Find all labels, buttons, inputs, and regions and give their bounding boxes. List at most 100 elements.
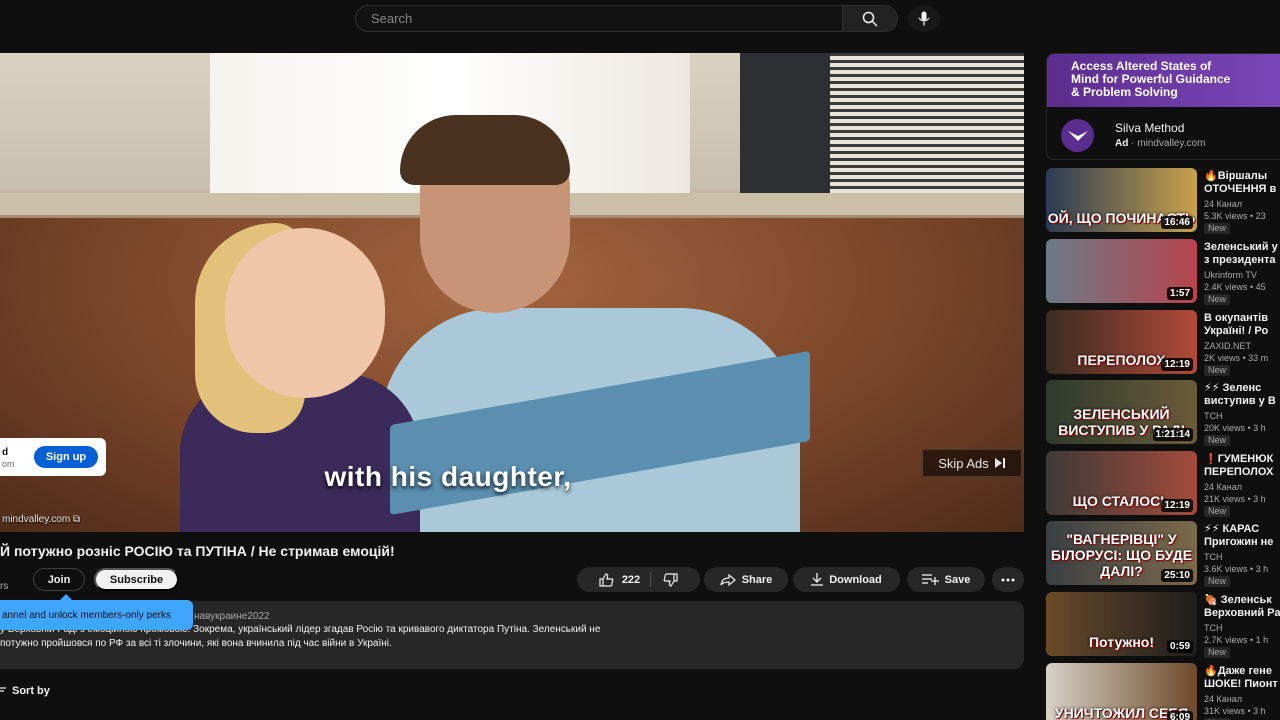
recommended-video[interactable]: "ВАГНЕРІВЦІ" У БІЛОРУСІ: ЩО БУДЕ ДАЛІ? 25… xyxy=(1046,521,1280,587)
video-duration: 1:57 xyxy=(1166,287,1193,300)
recommended-video[interactable]: ЗЕЛЕНСЬКИЙ ВИСТУПИВ У РАДІ 1:21:14 ⚡⚡ Зеле… xyxy=(1046,380,1280,446)
sidebar-ad-banner[interactable]: Access Altered States of Mind for Powerf… xyxy=(1047,54,1280,107)
download-label: Download xyxy=(829,573,882,586)
silva-method-logo xyxy=(1061,119,1094,152)
video-thumbnail[interactable]: ЩО СТАЛОСЬ 12:19 xyxy=(1046,451,1197,515)
channel-name[interactable]: ТСН xyxy=(1204,552,1223,562)
view-count-and-age: 31K views • 3 h xyxy=(1204,706,1266,716)
search-box[interactable] xyxy=(355,5,842,32)
more-horizontal-icon xyxy=(1001,578,1015,581)
video-thumbnail[interactable]: ОЙ, ЩО ПОЧИНАЄТЬ 16:46 xyxy=(1046,168,1197,232)
view-count-and-age: 5.3K views • 23 xyxy=(1204,211,1266,221)
video-title-link[interactable]: ⚡⚡ КАРАС Пригожин не xyxy=(1204,523,1280,549)
ad-meta: Ad · mindvalley.com xyxy=(1115,138,1206,149)
recommended-video[interactable]: ОЙ, ЩО ПОЧИНАЄТЬ 16:46 🔥Віршалы ОТОЧЕННЯ в… xyxy=(1046,168,1280,234)
subscribe-button[interactable]: Subscribe xyxy=(94,568,179,591)
video-title-link[interactable]: ⚡⚡ Зеленс виступив у В xyxy=(1204,382,1280,408)
ad-banner-line-3: & Problem Solving xyxy=(1071,85,1178,99)
video-frame-fridge xyxy=(740,53,830,203)
new-badge: New xyxy=(1204,506,1231,517)
channel-name[interactable]: ТСН xyxy=(1204,623,1223,633)
video-thumbnail[interactable]: ПЕРЕПОЛОХ 12:19 xyxy=(1046,310,1197,374)
recommended-video[interactable]: 1:57 Зеленський у з президента Ukrinform T… xyxy=(1046,239,1280,305)
channel-name[interactable]: 24 Канал xyxy=(1204,694,1242,704)
like-count: 222 xyxy=(621,573,641,586)
like-button[interactable]: 222 xyxy=(599,572,652,587)
playlist-add-icon xyxy=(921,573,939,585)
skip-next-icon xyxy=(994,458,1005,468)
video-thumbnail[interactable]: 1:57 xyxy=(1046,239,1197,303)
video-title-link[interactable]: 🔥Даже гене ШОКЕ! Пионт xyxy=(1204,665,1280,691)
search-button[interactable] xyxy=(842,5,898,32)
download-button[interactable]: Download xyxy=(793,567,900,592)
view-count-and-age: 2K views • 33 m xyxy=(1204,353,1269,363)
view-count-and-age: 20K views • 3 h xyxy=(1204,423,1266,433)
recommended-video[interactable]: УНИЧТОЖИЛ СЕБЯ 6:09 🔥Даже гене ШОКЕ! Пионт… xyxy=(1046,663,1280,720)
video-thumbnail[interactable]: УНИЧТОЖИЛ СЕБЯ 6:09 xyxy=(1046,663,1197,720)
video-duration: 16:46 xyxy=(1161,216,1193,229)
microphone-icon xyxy=(918,11,930,26)
search-input[interactable] xyxy=(356,6,842,31)
ad-domain-link[interactable]: mindvalley.com ⧉ xyxy=(2,514,80,525)
video-duration: 1:21:14 xyxy=(1152,428,1193,441)
save-button[interactable]: Save xyxy=(907,567,985,592)
ad-signup-text: d xyxy=(2,447,9,458)
video-duration: 12:19 xyxy=(1161,358,1193,371)
advertiser-name: Silva Method xyxy=(1115,121,1185,135)
sidebar-ad[interactable]: Access Altered States of Mind for Powerf… xyxy=(1046,53,1280,160)
search-icon xyxy=(862,11,878,27)
like-dislike-group: 222 xyxy=(577,567,700,592)
skip-ads-label: Skip Ads xyxy=(938,455,989,471)
thumbs-down-icon xyxy=(663,572,678,587)
video-title-link[interactable]: ❗ГУМЕНЮК ПЕРЕПОЛОХ xyxy=(1204,453,1280,479)
video-duration: 0:59 xyxy=(1166,640,1193,653)
sort-icon xyxy=(0,687,6,692)
video-title-link[interactable]: В окупантів Україні! / Ро xyxy=(1204,312,1280,338)
view-count-and-age: 3.6K views • 3 h xyxy=(1204,564,1269,574)
channel-name[interactable]: 24 Канал xyxy=(1204,199,1242,209)
save-label: Save xyxy=(944,573,971,586)
more-actions-button[interactable] xyxy=(992,567,1024,592)
video-frame-man-hair xyxy=(400,115,570,185)
video-thumbnail[interactable]: "ВАГНЕРІВЦІ" У БІЛОРУСІ: ЩО БУДЕ ДАЛІ? 25… xyxy=(1046,521,1197,585)
channel-name[interactable]: Ukrinform TV xyxy=(1204,270,1257,280)
new-badge: New xyxy=(1204,294,1231,305)
channel-name[interactable]: ТСН xyxy=(1204,411,1223,421)
video-frame-girl-face xyxy=(225,228,385,398)
channel-name[interactable]: 24 Канал xyxy=(1204,482,1242,492)
video-subtitle: with his daughter, xyxy=(324,461,572,492)
new-badge: New xyxy=(1204,435,1231,446)
ad-signup-card[interactable]: d om Sign up xyxy=(0,438,106,476)
channel-name[interactable]: ZAXID.NET xyxy=(1204,341,1251,351)
new-badge: New xyxy=(1204,365,1231,376)
new-badge: New xyxy=(1204,647,1231,658)
voice-search-button[interactable] xyxy=(908,5,940,32)
video-thumbnail[interactable]: ЗЕЛЕНСЬКИЙ ВИСТУПИВ У РАДІ 1:21:14 xyxy=(1046,380,1197,444)
join-tooltip: annel and unlock members-only perks xyxy=(0,594,193,630)
sort-comments-button[interactable]: Sort by xyxy=(0,685,50,697)
video-player[interactable]: with his daughter, d om Sign up mindvall… xyxy=(0,53,1024,532)
recommended-video[interactable]: ПЕРЕПОЛОХ 12:19 В окупантів Україні! / Ро Z… xyxy=(1046,310,1280,376)
sign-up-button[interactable]: Sign up xyxy=(34,446,98,468)
video-title: Й потужно розніс РОСІЮ та ПУТІНА / Не ст… xyxy=(0,543,395,559)
share-button[interactable]: Share xyxy=(704,567,788,592)
video-duration: 12:19 xyxy=(1161,499,1193,512)
sort-by-label: Sort by xyxy=(12,685,50,697)
description-hashtags[interactable]: навукраине2022 xyxy=(194,611,270,622)
recommended-video[interactable]: Потужно! 0:59 🍖 Зеленськ Верховний Ра ТСН 2.… xyxy=(1046,592,1280,658)
video-title-link[interactable]: 🔥Віршалы ОТОЧЕННЯ в xyxy=(1204,170,1280,196)
ad-domain-text: mindvalley.com xyxy=(2,514,71,525)
advertiser-domain: mindvalley.com xyxy=(1137,138,1206,149)
share-icon xyxy=(720,573,736,586)
join-button[interactable]: Join xyxy=(33,568,85,591)
skip-ads-button[interactable]: Skip Ads xyxy=(922,449,1022,477)
dislike-button[interactable] xyxy=(657,572,678,587)
subscriber-count: rs xyxy=(0,581,9,592)
top-bar xyxy=(0,0,1280,44)
new-badge: New xyxy=(1204,223,1231,234)
description-line-2: потужно пройшовся по РФ за всі ті злочин… xyxy=(0,638,392,649)
video-thumbnail[interactable]: Потужно! 0:59 xyxy=(1046,592,1197,656)
video-title-link[interactable]: Зеленський у з президента xyxy=(1204,241,1280,267)
video-title-link[interactable]: 🍖 Зеленськ Верховний Ра xyxy=(1204,594,1280,620)
recommended-video[interactable]: ЩО СТАЛОСЬ 12:19 ❗ГУМЕНЮК ПЕРЕПОЛОХ 24 Кана… xyxy=(1046,451,1280,517)
